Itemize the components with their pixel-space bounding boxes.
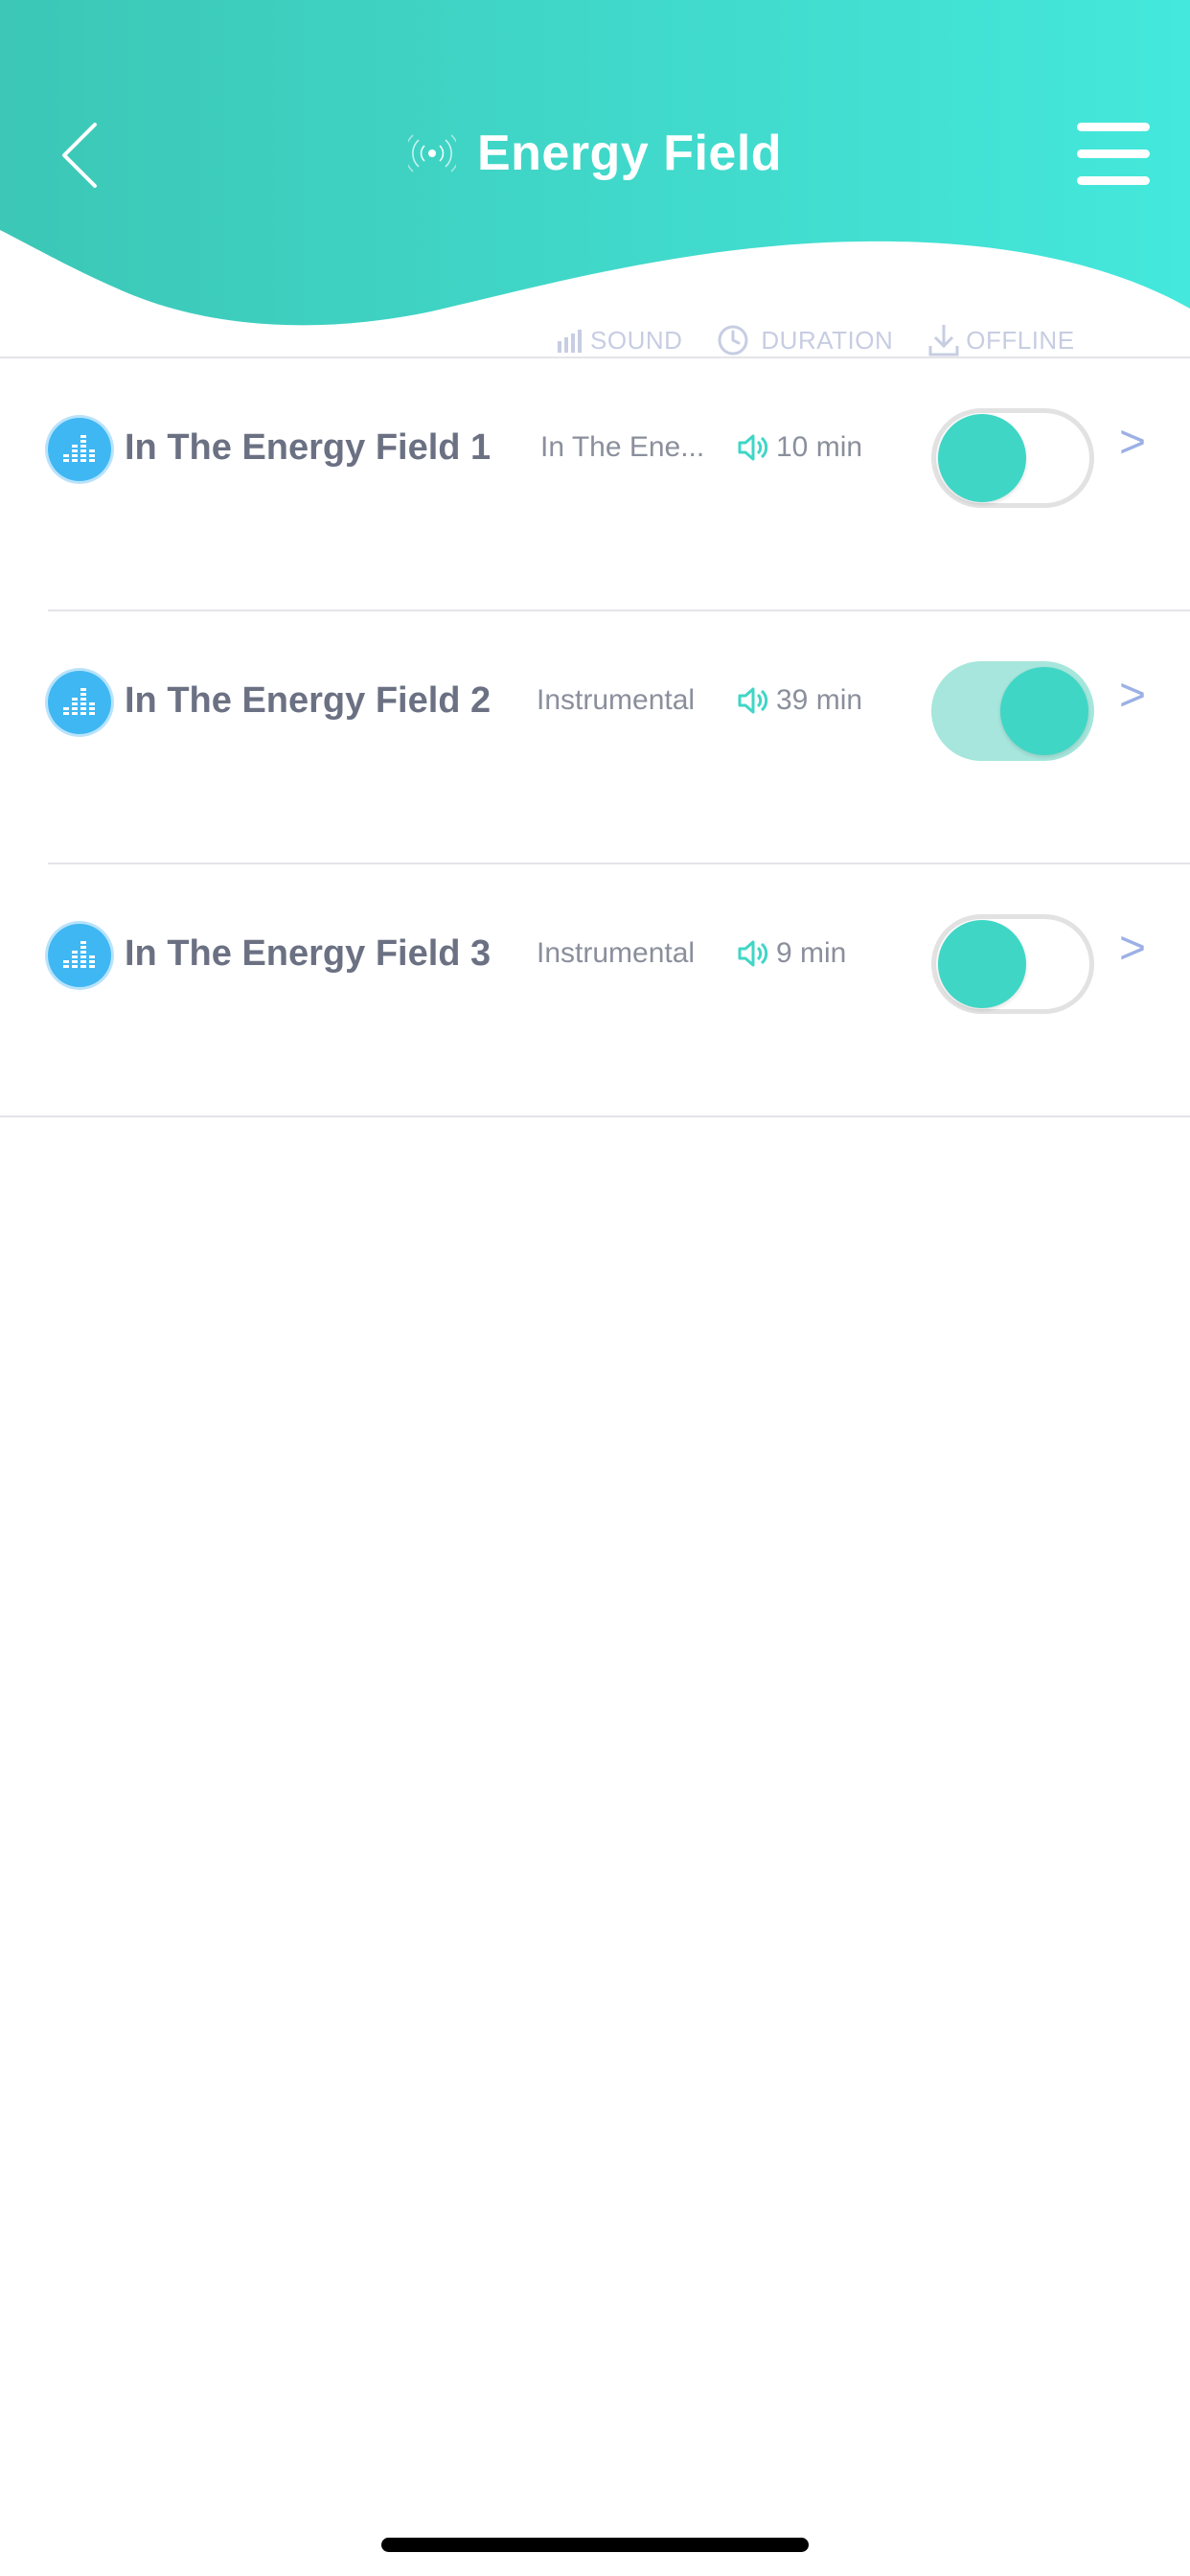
chevron-right-icon[interactable]: > — [1119, 669, 1146, 722]
speaker-icon — [738, 687, 768, 714]
track-duration: 10 min — [738, 431, 862, 464]
track-row[interactable]: In The Energy Field 2 Instrumental 39 mi… — [0, 611, 1190, 864]
header-title-group: Energy Field — [0, 115, 1190, 192]
track-duration: 9 min — [738, 937, 846, 970]
speaker-icon — [738, 434, 768, 461]
home-indicator[interactable] — [381, 2538, 809, 2552]
track-badge — [48, 671, 111, 734]
page-title: Energy Field — [476, 126, 783, 181]
track-name: In The Energy Field 2 — [125, 680, 492, 721]
equalizer-icon — [63, 435, 95, 462]
track-row[interactable]: In The Energy Field 3 Instrumental 9 min… — [0, 864, 1190, 1117]
divider — [0, 1116, 1190, 1117]
track-badge — [48, 924, 111, 987]
download-icon — [928, 325, 959, 356]
track-row[interactable]: In The Energy Field 1 In The Ene... 10 m… — [0, 358, 1190, 611]
track-name: In The Energy Field 3 — [125, 933, 492, 974]
column-sound: SOUND — [556, 326, 682, 356]
track-duration-label: 39 min — [776, 684, 863, 716]
chevron-right-icon[interactable]: > — [1119, 416, 1146, 469]
column-duration: DURATION — [717, 324, 893, 356]
column-offline: OFFLINE — [927, 323, 1074, 357]
track-duration-label: 10 min — [776, 431, 863, 463]
column-duration-label: DURATION — [761, 325, 894, 355]
header: Energy Field — [0, 0, 1190, 345]
track-duration: 39 min — [738, 684, 862, 717]
track-badge — [48, 418, 111, 481]
speaker-icon — [738, 940, 768, 967]
track-genre: In The Ene... — [540, 431, 705, 463]
offline-toggle[interactable] — [931, 914, 1094, 1014]
sound-bars-icon — [558, 330, 582, 353]
track-genre: Instrumental — [537, 937, 696, 969]
chevron-right-icon[interactable]: > — [1119, 922, 1146, 975]
menu-button[interactable] — [1065, 113, 1161, 196]
hamburger-menu-icon — [1077, 123, 1150, 131]
column-offline-label: OFFLINE — [966, 325, 1075, 355]
toggle-knob — [938, 414, 1026, 502]
broadcast-icon — [407, 134, 456, 172]
track-genre: Instrumental — [537, 684, 696, 716]
offline-toggle[interactable] — [931, 408, 1094, 508]
toggle-knob — [938, 920, 1026, 1008]
clock-icon — [718, 325, 748, 356]
offline-toggle[interactable] — [931, 661, 1094, 761]
equalizer-icon — [63, 941, 95, 968]
equalizer-icon — [63, 688, 95, 715]
toggle-knob — [1000, 667, 1088, 755]
column-sound-label: SOUND — [590, 325, 683, 355]
track-duration-label: 9 min — [776, 937, 847, 969]
track-name: In The Energy Field 1 — [125, 427, 492, 468]
